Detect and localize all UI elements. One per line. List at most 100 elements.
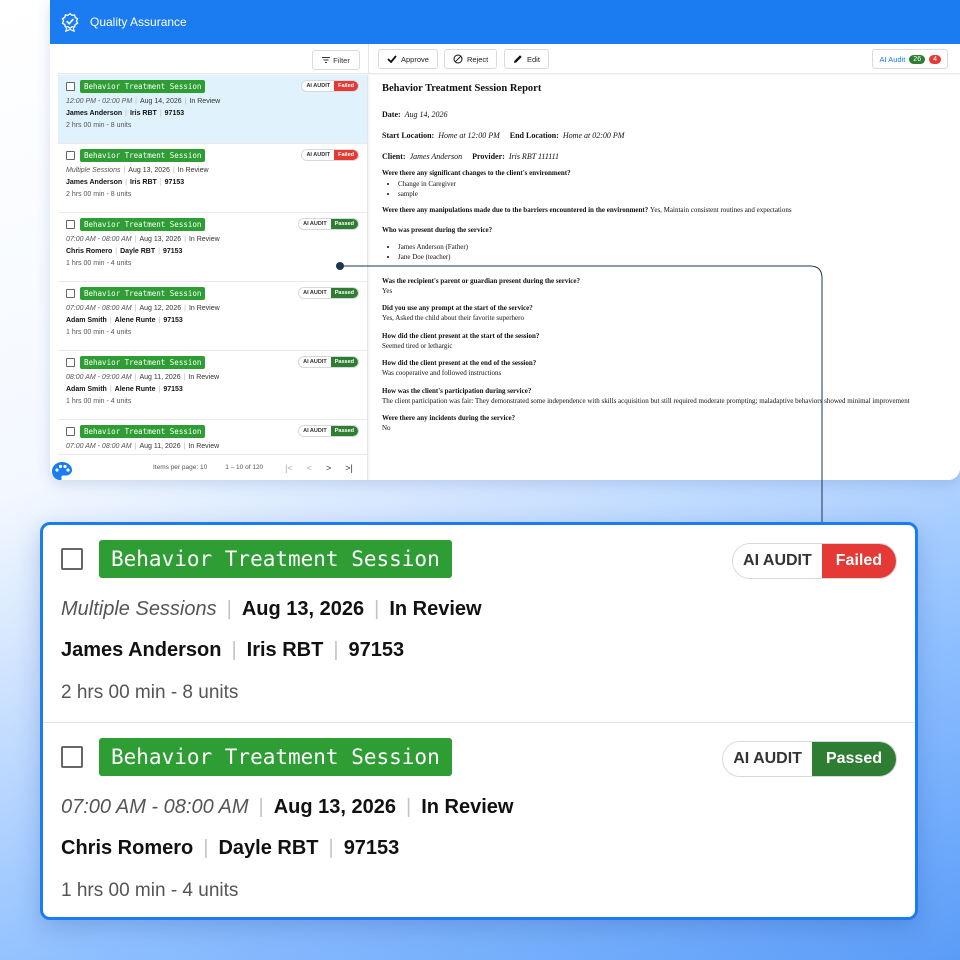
provider-name: Dayle RBT [218,837,319,859]
prev-page-icon[interactable]: < [307,463,312,473]
session-date: Aug 11, 2026 [139,374,181,381]
workspace: Filter Approve Reject Edit AI Audit 26 4 [58,44,960,480]
report-answer-item: Change in Caregiver [398,180,948,188]
session-checkbox[interactable] [61,746,83,768]
report-answer-list: Change in Caregiver sample [398,180,948,198]
session-status: In Review [189,98,221,105]
report-answer-item: Jane Doe (teacher) [398,253,948,261]
service-code: 97153 [162,248,183,255]
session-type-tag: Behavior Treatment Session [80,425,206,438]
edit-button[interactable]: Edit [504,49,549,69]
session-status: In Review [177,167,209,174]
session-type-tag: Behavior Treatment Session [80,287,206,300]
provider-name: Alene Runte [114,317,156,324]
audit-result: Failed [821,544,896,578]
audit-label: AI AUDIT [302,81,335,91]
ai-audit-button[interactable]: AI Audit 26 4 [872,49,948,69]
session-checkbox[interactable] [66,289,75,298]
client-name: James Anderson [66,110,123,117]
session-list: Behavior Treatment Session AI AUDIT Faile… [58,75,368,480]
ai-audit-badge: AI AUDIT Failed [301,80,359,92]
pagination-bar: Items per page: 10 1 – 10 of 120 |< < > … [58,454,367,480]
session-date: Aug 13, 2026 [241,598,365,620]
session-status: In Review [421,796,514,818]
zoomed-session-item[interactable]: Behavior Treatment Session AI AUDIT Faile… [43,525,915,722]
provider-name: Iris RBT [246,639,324,661]
app-title: Quality Assurance [90,15,187,29]
session-list-item[interactable]: Behavior Treatment Session AI AUDIT Passe… [58,213,367,282]
report-client-line: Client: James Anderson Provider: Iris RBT 1… [382,152,948,161]
session-time: 07:00 AM - 08:00 AM [61,796,249,818]
app-window: Quality Assurance Filter Approve Reject … [50,0,960,480]
last-page-icon[interactable]: >| [345,463,353,473]
session-checkbox[interactable] [61,548,83,570]
session-time: 07:00 AM - 08:00 AM [66,305,132,312]
ai-audit-badge: AI AUDIT Passed [298,356,359,368]
session-duration: 2 hrs 00 min - 8 units [61,682,239,703]
service-code: 97153 [163,386,183,393]
edit-label: Edit [527,54,540,64]
reject-button[interactable]: Reject [444,49,498,69]
service-code: 97153 [348,639,405,661]
audit-label: AI AUDIT [302,150,335,160]
ai-audit-badge: AI AUDIT Passed [298,425,359,437]
session-report: Behavior Treatment Session Report Date: A… [370,75,960,480]
report-answer: Yes, Asked the child about their favorit… [382,314,524,323]
app-bar: Quality Assurance [50,0,960,44]
passed-count-badge: 26 [909,54,926,64]
audit-result: Passed [811,742,896,776]
session-list-item[interactable]: Behavior Treatment Session AI AUDIT Faile… [58,144,367,213]
report-location-line: Start Location: Home at 12:00 PM End Locat… [382,131,948,140]
session-checkbox[interactable] [66,151,75,160]
zoomed-session-item[interactable]: Behavior Treatment Session AI AUDIT Passe… [43,722,915,917]
client-label: Client: [382,152,406,161]
provider-name: Iris RBT [129,110,157,117]
session-time: 07:00 AM - 08:00 AM [66,443,132,450]
report-answer: The client participation was fair: They … [382,396,910,405]
filter-button[interactable]: Filter [312,50,360,70]
session-list-item[interactable]: Behavior Treatment Session AI AUDIT Passe… [58,282,367,351]
session-checkbox[interactable] [66,82,75,91]
first-page-icon[interactable]: |< [285,463,293,473]
session-date: Aug 12, 2026 [139,305,182,312]
session-checkbox[interactable] [66,427,75,436]
session-list-item[interactable]: Behavior Treatment Session AI AUDIT Faile… [58,75,367,144]
session-status: In Review [188,236,220,243]
session-checkbox[interactable] [66,220,75,229]
session-type-tag: Behavior Treatment Session [80,149,206,162]
session-checkbox[interactable] [66,358,75,367]
audit-result: Failed [334,81,358,91]
date-value: Aug 14, 2026 [404,110,448,119]
session-type-tag: Behavior Treatment Session [99,540,452,578]
session-duration: 2 hrs 00 min - 8 units [66,122,132,129]
page-range: 1 – 10 of 120 [225,464,264,471]
session-duration: 1 hrs 00 min - 4 units [66,398,132,405]
provider-label: Provider: [472,152,505,161]
audit-result: Passed [330,357,358,367]
next-page-icon[interactable]: > [326,463,331,473]
session-duration: 1 hrs 00 min - 4 units [66,329,132,336]
items-per-page-select[interactable]: 10 [200,464,207,471]
session-date: Aug 13, 2026 [273,796,396,818]
service-code: 97153 [164,179,185,186]
pencil-icon [514,55,522,63]
audit-result: Passed [330,426,358,436]
audit-label: AI AUDIT [733,544,822,578]
service-code: 97153 [164,110,185,117]
client-name: Chris Romero [66,248,113,255]
audit-result: Passed [330,219,358,229]
audit-label: AI AUDIT [299,357,331,367]
report-question-inline: Were there any manipulations made due to… [382,206,948,214]
palette-icon[interactable] [50,460,74,484]
report-answer: Yes, Maintain consistent routines and ex… [650,206,792,214]
session-type-tag: Behavior Treatment Session [80,218,206,231]
ai-audit-badge: AI AUDIT Passed [298,287,359,299]
session-time: Multiple Sessions [61,598,217,620]
client-value: James Anderson [409,152,463,161]
session-list-item[interactable]: Behavior Treatment Session AI AUDIT Passe… [58,351,367,420]
session-date: Aug 14, 2026 [139,98,182,105]
provider-value: Iris RBT 111111 [508,152,560,161]
audit-label: AI AUDIT [299,426,331,436]
approve-button[interactable]: Approve [378,49,438,69]
audit-result: Failed [334,150,358,160]
